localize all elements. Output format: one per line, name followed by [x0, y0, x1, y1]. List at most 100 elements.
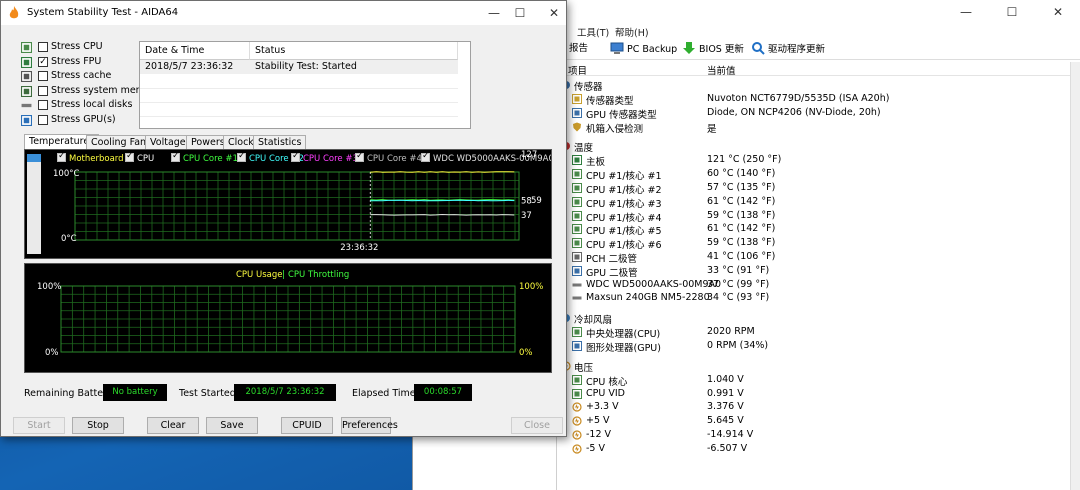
main-close-button[interactable]: ✕	[1035, 0, 1080, 24]
legend-label: CPU Core #3	[303, 154, 358, 164]
sensor-value: 33 °C (91 °F)	[707, 265, 769, 276]
close-button[interactable]: Close	[511, 417, 563, 434]
legend-checkbox[interactable]	[171, 153, 180, 162]
sensor-row[interactable]: CPU VID 0.991 V	[558, 387, 1070, 401]
sensor-icon-wrap	[572, 293, 582, 303]
sensor-icon-wrap	[572, 224, 582, 234]
log-header-status[interactable]: Status	[250, 42, 458, 60]
sensor-label: CPU VID	[586, 388, 625, 399]
column-header-item[interactable]: 项目	[568, 63, 587, 77]
legend-checkbox[interactable]	[125, 153, 134, 162]
legend-cpu-throttling: CPU Throttling	[288, 270, 349, 280]
pc-backup-button[interactable]: PC Backup	[610, 41, 677, 57]
tab-statistics[interactable]: Statistics	[253, 135, 306, 149]
legend-checkbox[interactable]	[237, 153, 246, 162]
sensor-row[interactable]: 图形处理器(GPU) 0 RPM (34%)	[558, 339, 1070, 353]
sensor-row[interactable]: PCH 二极管 41 °C (106 °F)	[558, 250, 1070, 264]
sensor-row[interactable]: 传感器类型 Nuvoton NCT6779D/5535D (ISA A20h)	[558, 92, 1070, 106]
sensor-row[interactable]: -12 V -14.914 V	[558, 428, 1070, 442]
sensor-row[interactable]: CPU #1/核心 #5 61 °C (142 °F)	[558, 222, 1070, 236]
sensor-row[interactable]: CPU #1/核心 #1 60 °C (140 °F)	[558, 167, 1070, 181]
menu-tools[interactable]: 工具(T)	[577, 25, 609, 39]
right-value-label: 59	[531, 196, 542, 206]
save-button[interactable]: Save	[206, 417, 258, 434]
bios-update-button[interactable]: BIOS 更新	[682, 41, 744, 57]
sensor-icon-wrap	[572, 402, 582, 412]
time-marker-label: 23:36:32	[340, 243, 378, 253]
elapsed-time-label: Elapsed Time:	[352, 388, 419, 399]
sensor-value: -14.914 V	[707, 429, 753, 440]
cpuid-button[interactable]: CPUID	[281, 417, 333, 434]
legend-checkbox[interactable]	[291, 153, 300, 162]
section-header[interactable]: 冷却风扇	[558, 311, 1070, 325]
menu-help[interactable]: 帮助(H)	[615, 25, 649, 39]
preferences-button[interactable]: Preferences	[341, 417, 391, 434]
stress-checkbox[interactable]	[38, 42, 48, 52]
sensor-value: 1.040 V	[707, 374, 744, 385]
cpu-icon	[572, 169, 582, 179]
legend-checkbox[interactable]	[57, 153, 66, 162]
section-header[interactable]: 传感器	[558, 78, 1070, 92]
cpu-icon	[572, 197, 582, 207]
sensor-row[interactable]: CPU #1/核心 #2 57 °C (135 °F)	[558, 181, 1070, 195]
stress-label: Stress CPU	[51, 41, 103, 52]
sensor-row[interactable]: CPU #1/核心 #6 59 °C (138 °F)	[558, 236, 1070, 250]
log-row[interactable]: 2018/5/7 23:36:32 Stability Test: Starte…	[140, 60, 458, 74]
sensor-row[interactable]: CPU 核心 1.040 V	[558, 373, 1070, 387]
stress-icon-wrap	[21, 86, 32, 97]
disk-icon	[572, 280, 582, 290]
section-title: 温度	[574, 140, 593, 154]
driver-update-button[interactable]: 驱动程序更新	[751, 41, 825, 57]
sensor-row[interactable]: CPU #1/核心 #4 59 °C (138 °F)	[558, 209, 1070, 223]
sensor-row[interactable]: 机箱入侵检测 是	[558, 120, 1070, 134]
sensor-row[interactable]: 中央处理器(CPU) 2020 RPM	[558, 325, 1070, 339]
legend-checkbox[interactable]	[421, 153, 430, 162]
clear-button[interactable]: Clear	[147, 417, 199, 434]
stress-icon-wrap	[21, 42, 32, 53]
log-header-datetime[interactable]: Date & Time	[140, 42, 250, 60]
sensor-value: 41 °C (106 °F)	[707, 251, 775, 262]
sensor-label: +5 V	[586, 415, 610, 426]
stability-close-button[interactable]: ✕	[531, 1, 577, 25]
column-header: 项目 当前值	[558, 62, 1080, 76]
vertical-scrollbar[interactable]	[1070, 62, 1080, 490]
stop-button[interactable]: Stop	[72, 417, 124, 434]
legend-checkbox[interactable]	[355, 153, 364, 162]
stress-checkbox[interactable]	[38, 86, 48, 96]
sensor-value: 3.376 V	[707, 401, 744, 412]
sensor-row[interactable]: CPU #1/核心 #3 61 °C (142 °F)	[558, 195, 1070, 209]
sensor-row[interactable]: GPU 二极管 33 °C (91 °F)	[558, 264, 1070, 278]
motherboard-icon	[572, 155, 582, 165]
report-button[interactable]: 报告	[569, 41, 588, 57]
section-header[interactable]: 电压	[558, 359, 1070, 373]
stress-checkbox[interactable]: ✓	[38, 57, 48, 67]
stress-checkbox[interactable]	[38, 71, 48, 81]
stress-label: Stress cache	[51, 70, 111, 81]
sensor-row[interactable]: Maxsun 240GB NM5-2280 34 °C (93 °F)	[558, 291, 1070, 305]
event-log-table[interactable]: Date & Time Status 2018/5/7 23:36:32 Sta…	[139, 41, 471, 129]
main-maximize-button[interactable]: ☐	[989, 0, 1035, 24]
chart-scroll-strip[interactable]	[27, 154, 41, 254]
magnifier-icon	[751, 41, 765, 55]
column-header-value[interactable]: 当前值	[707, 63, 736, 77]
stress-checkbox[interactable]	[38, 115, 48, 125]
legend-separator: |	[282, 270, 285, 280]
sensor-row[interactable]: +3.3 V 3.376 V	[558, 400, 1070, 414]
legend-label: CPU Core #4	[367, 154, 422, 164]
gpu-icon	[572, 341, 582, 351]
sensor-row[interactable]: 主板 121 °C (250 °F)	[558, 153, 1070, 167]
main-minimize-button[interactable]: —	[943, 0, 989, 24]
sensor-value: 121 °C (250 °F)	[707, 154, 781, 165]
sensor-icon-wrap	[572, 444, 582, 454]
section-header[interactable]: 温度	[558, 139, 1070, 153]
sensor-list-pane: 项目 当前值 传感器 传感器类型 Nuvoton NCT6779D/5535D (I…	[558, 62, 1080, 490]
sensor-row[interactable]: GPU 传感器类型 Diode, ON NCP4206 (NV-Diode, 20…	[558, 106, 1070, 120]
sensor-row[interactable]: +5 V 5.645 V	[558, 414, 1070, 428]
sensor-value: 是	[707, 121, 717, 135]
chart-scroll-thumb[interactable]	[27, 154, 41, 162]
sensor-row[interactable]: WDC WD5000AAKS-00M9A0 37 °C (99 °F)	[558, 278, 1070, 292]
stress-checkbox[interactable]	[38, 100, 48, 110]
start-button[interactable]: Start	[13, 417, 65, 434]
sensor-value: 57 °C (135 °F)	[707, 182, 775, 193]
legend-label: Motherboard	[69, 154, 124, 164]
